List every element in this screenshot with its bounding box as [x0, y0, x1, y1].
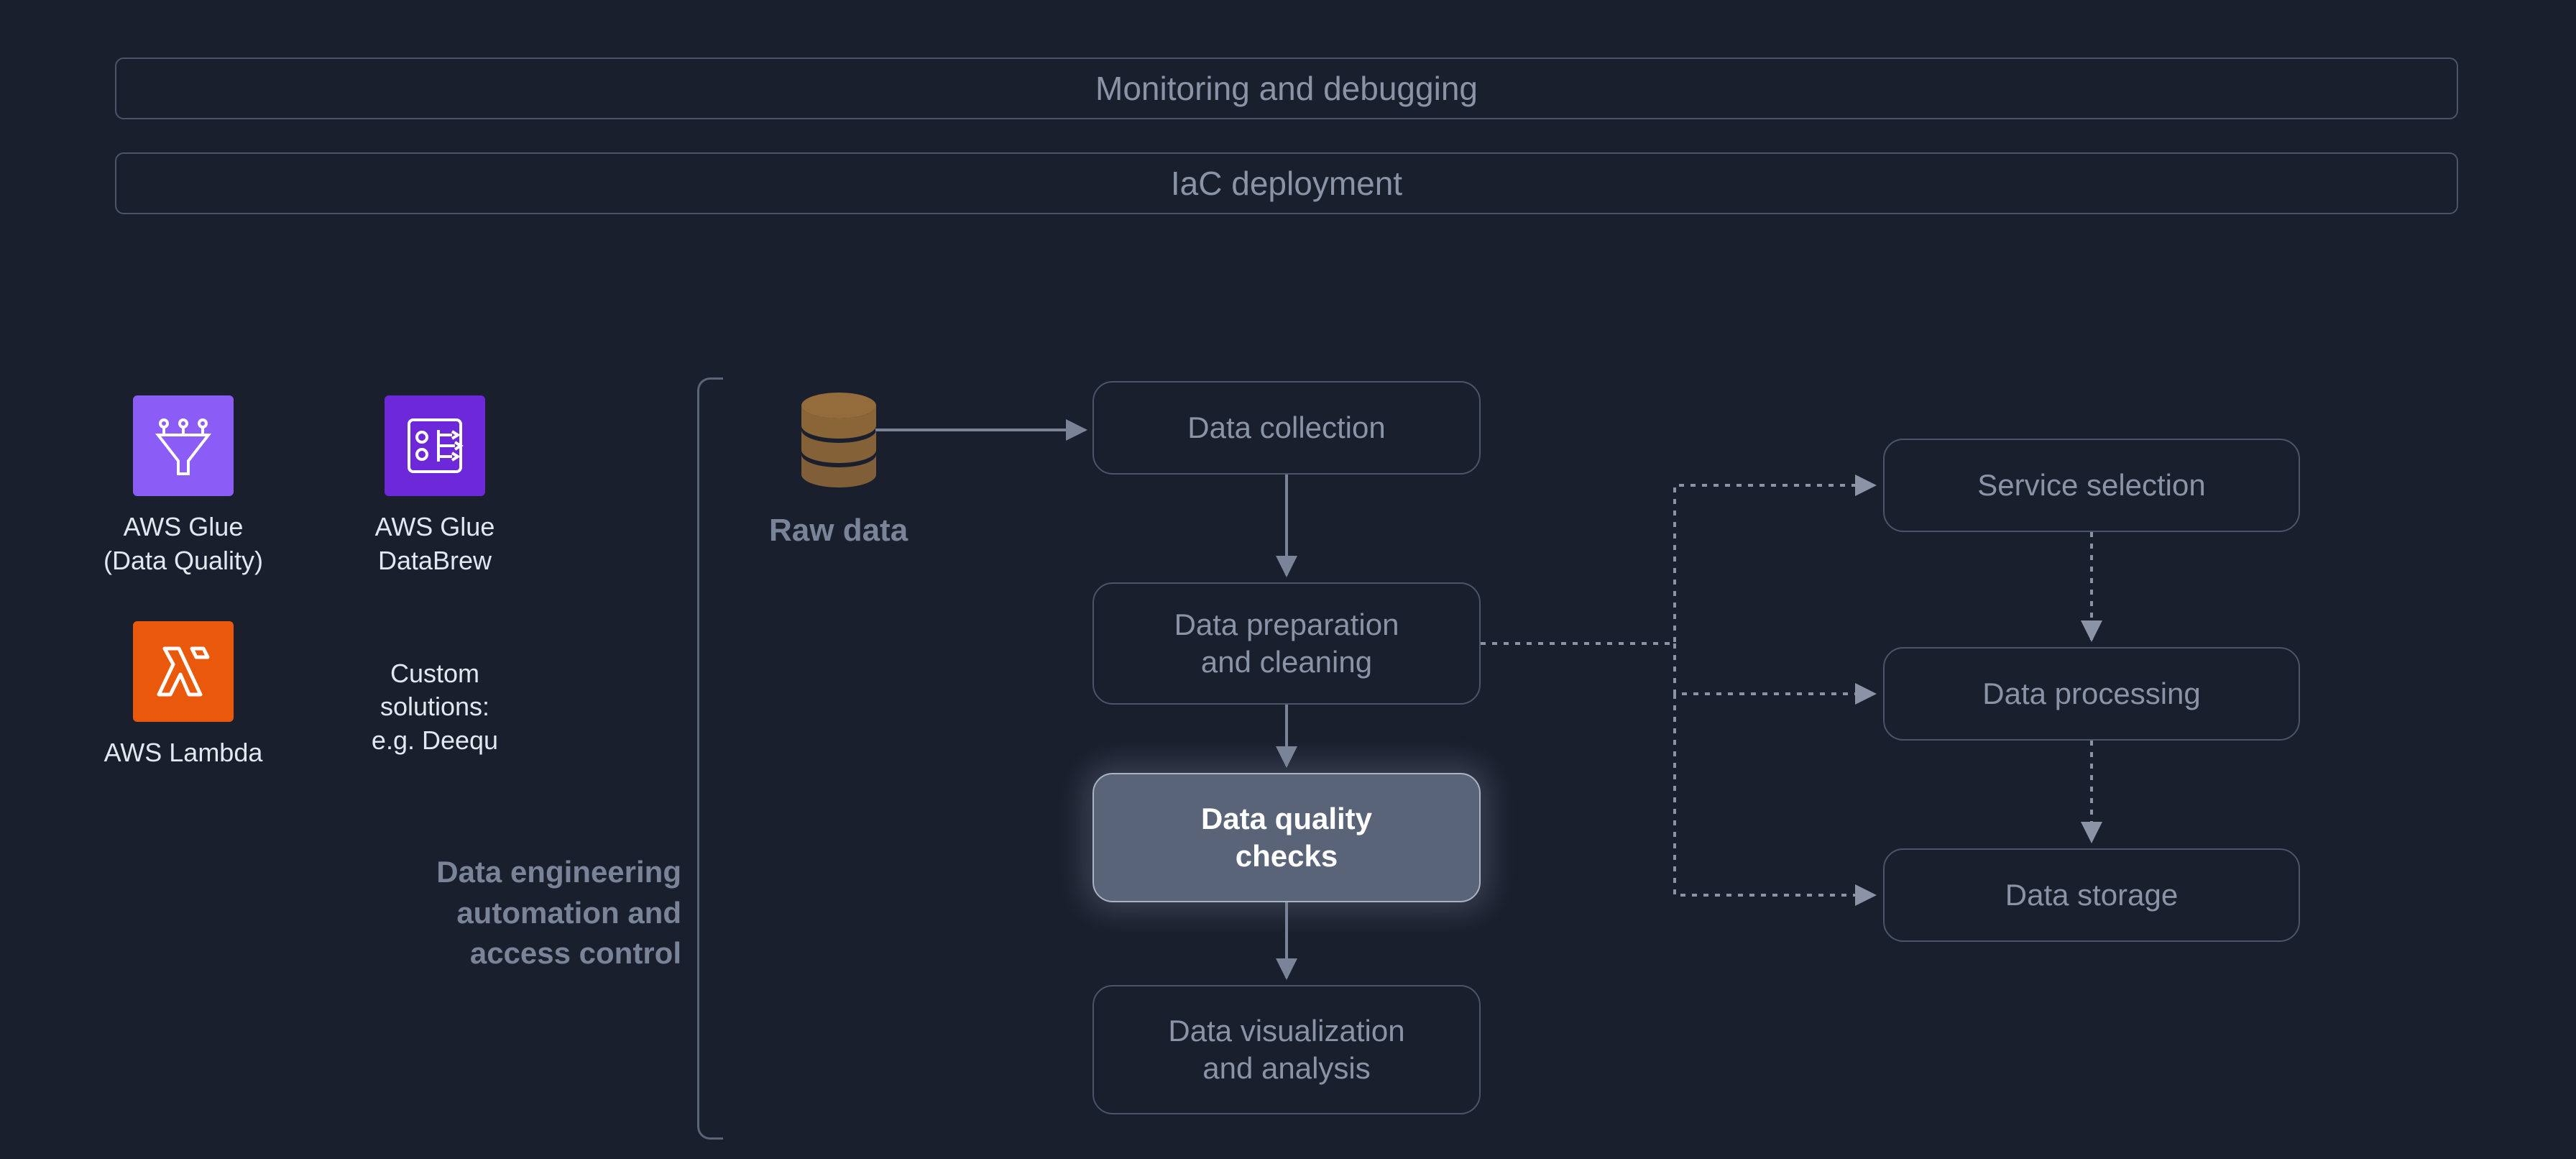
service-glue-dq: AWS Glue(Data Quality) — [93, 395, 273, 578]
banner-monitoring-label: Monitoring and debugging — [1095, 70, 1478, 107]
banner-iac-label: IaC deployment — [1171, 165, 1402, 202]
node-data-prep: Data preparationand cleaning — [1092, 582, 1481, 705]
node-data-processing: Data processing — [1883, 647, 2300, 741]
banner-iac: IaC deployment — [115, 152, 2458, 214]
glue-databrew-label: AWS GlueDataBrew — [375, 510, 495, 578]
node-service-selection: Service selection — [1883, 439, 2300, 532]
bracket-left — [697, 377, 723, 1140]
service-glue-databrew: AWS GlueDataBrew — [345, 395, 525, 578]
lambda-label: AWS Lambda — [104, 736, 263, 770]
service-lambda: AWS Lambda — [93, 621, 273, 770]
automation-label: Data engineeringautomation andaccess con… — [308, 852, 681, 974]
node-data-processing-label: Data processing — [1982, 675, 2201, 713]
node-data-storage: Data storage — [1883, 848, 2300, 942]
service-custom: Customsolutions:e.g. Deequ — [345, 621, 525, 770]
node-data-prep-label: Data preparationand cleaning — [1174, 606, 1399, 682]
raw-data-group: Raw data — [769, 388, 908, 549]
node-service-selection-label: Service selection — [1977, 467, 2205, 505]
node-data-viz-label: Data visualizationand analysis — [1168, 1012, 1404, 1088]
node-data-quality-label: Data qualitychecks — [1201, 800, 1372, 876]
glue-databrew-icon — [385, 395, 485, 496]
lambda-icon — [133, 621, 234, 722]
raw-data-label: Raw data — [769, 513, 908, 549]
node-data-collection-label: Data collection — [1187, 409, 1385, 447]
node-data-viz: Data visualizationand analysis — [1092, 985, 1481, 1114]
custom-label: Customsolutions:e.g. Deequ — [372, 657, 498, 758]
service-row-1: AWS Glue(Data Quality) AWS GlueDataBrew — [93, 395, 525, 578]
database-icon — [788, 388, 889, 496]
services-group: AWS Glue(Data Quality) AWS GlueDataBrew — [93, 395, 525, 812]
service-row-2: AWS Lambda Customsolutions:e.g. Deequ — [93, 621, 525, 770]
node-data-storage-label: Data storage — [2005, 876, 2178, 915]
node-data-collection: Data collection — [1092, 381, 1481, 475]
glue-dq-label: AWS Glue(Data Quality) — [104, 510, 263, 578]
banner-monitoring: Monitoring and debugging — [115, 58, 2458, 119]
node-data-quality: Data qualitychecks — [1092, 773, 1481, 902]
glue-dq-icon — [133, 395, 234, 496]
